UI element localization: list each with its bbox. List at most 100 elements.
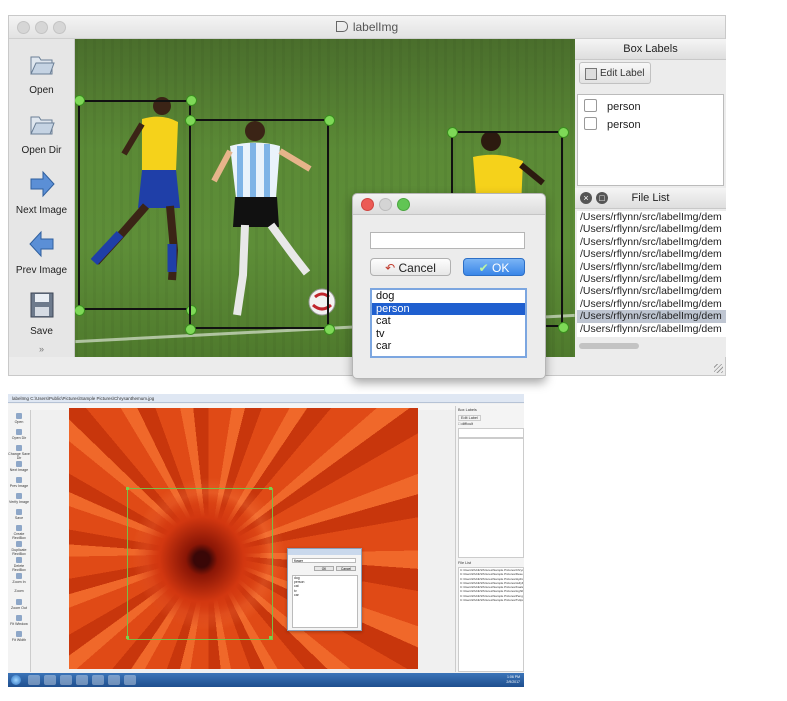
edit-label-button[interactable]: Edit Label bbox=[579, 62, 651, 84]
open-dir-button[interactable]: Open Dir bbox=[9, 109, 74, 156]
start-button[interactable] bbox=[11, 675, 21, 685]
box-handle[interactable] bbox=[324, 115, 335, 126]
folder-icon bbox=[16, 445, 22, 451]
box-handle[interactable] bbox=[185, 115, 196, 126]
zoom-level[interactable]: Zoom bbox=[8, 589, 30, 593]
next-image-button[interactable]: Next Image bbox=[9, 169, 74, 216]
fit-window-button[interactable]: Fit Window bbox=[8, 615, 30, 626]
save-button[interactable]: Save bbox=[8, 509, 30, 520]
prev-image-button[interactable]: Prev Image bbox=[9, 229, 74, 276]
fit-width-button[interactable]: Fit Width bbox=[8, 631, 30, 642]
resize-grip-icon[interactable] bbox=[714, 364, 723, 373]
minimize-dialog-button[interactable] bbox=[379, 198, 392, 211]
box-handle[interactable] bbox=[447, 127, 458, 138]
open-button[interactable]: Open bbox=[9, 49, 74, 96]
file-item[interactable]: C:\Users\Public\Pictures\Sample Pictures… bbox=[459, 572, 523, 576]
label-option[interactable]: car bbox=[293, 593, 357, 597]
create-rectbox-button[interactable]: Create RectBox bbox=[8, 525, 30, 540]
open-dir-button[interactable]: Open Dir bbox=[8, 429, 30, 440]
file-item[interactable]: /Users/rflynn/src/labelImg/dem bbox=[577, 248, 726, 260]
box-handle[interactable] bbox=[75, 305, 85, 316]
zoom-dialog-button[interactable] bbox=[397, 198, 410, 211]
edit-label-button[interactable]: Edit Label bbox=[458, 415, 481, 421]
taskbar-app-icon[interactable] bbox=[108, 675, 120, 685]
taskbar-app-icon[interactable] bbox=[76, 675, 88, 685]
file-item[interactable]: /Users/rflynn/src/labelImg/dem bbox=[577, 261, 726, 273]
save-button[interactable]: Save bbox=[9, 290, 74, 337]
file-item[interactable]: /Users/rflynn/src/labelImg/dem bbox=[577, 285, 726, 297]
taskbar-app-icon[interactable] bbox=[92, 675, 104, 685]
system-clock[interactable]: 1:06 PM 2/9/2017 bbox=[506, 675, 520, 684]
verify-image-button[interactable]: Verify Image bbox=[8, 493, 30, 504]
window-title: labelImg bbox=[352, 20, 399, 34]
zoom-in-button[interactable]: Zoom In bbox=[8, 573, 30, 584]
box-handle[interactable] bbox=[558, 127, 569, 138]
bounding-box[interactable] bbox=[189, 119, 329, 329]
label-checkbox[interactable] bbox=[584, 99, 597, 112]
label-option[interactable]: cat bbox=[372, 315, 525, 328]
delete-rectbox-button[interactable]: Delete RectBox bbox=[8, 557, 30, 572]
cancel-button[interactable]: ↶ Cancel bbox=[370, 258, 451, 276]
box-handle[interactable] bbox=[324, 324, 335, 335]
box-handle[interactable] bbox=[126, 487, 129, 490]
bounding-box[interactable] bbox=[78, 100, 191, 310]
label-input[interactable] bbox=[370, 232, 525, 249]
label-option[interactable]: tv bbox=[372, 328, 525, 341]
flower-image-canvas[interactable] bbox=[69, 408, 418, 669]
box-handle[interactable] bbox=[269, 487, 272, 490]
use-default-label-row[interactable]: Use default label bbox=[458, 428, 524, 443]
taskbar-app-icon[interactable] bbox=[124, 675, 136, 685]
label-item[interactable]: person bbox=[584, 117, 641, 131]
file-item[interactable]: /Users/rflynn/src/labelImg/dem bbox=[577, 273, 726, 285]
prev-image-button[interactable]: Prev Image bbox=[8, 477, 30, 488]
more-chevron-icon[interactable]: » bbox=[9, 344, 74, 354]
file-item[interactable]: /Users/rflynn/src/labelImg/dem bbox=[577, 236, 726, 248]
horizontal-scrollbar[interactable] bbox=[579, 343, 639, 349]
taskbar-app-icon[interactable] bbox=[60, 675, 72, 685]
file-item-selected[interactable]: /Users/rflynn/src/labelImg/dem bbox=[577, 310, 726, 323]
folder-icon bbox=[16, 413, 22, 419]
app-icon bbox=[335, 21, 348, 32]
undo-arrow-icon: ↶ bbox=[385, 261, 396, 275]
toolbar: Open Open Dir Next Image Prev Image Save… bbox=[9, 39, 75, 357]
label-option[interactable]: car bbox=[372, 340, 525, 353]
box-handle[interactable] bbox=[186, 95, 197, 106]
bounding-box[interactable] bbox=[127, 488, 273, 640]
ok-button[interactable]: OK bbox=[314, 566, 334, 571]
file-item[interactable]: C:\Users\Public\Pictures\Sample Pictures… bbox=[459, 598, 523, 602]
close-dialog-button[interactable] bbox=[361, 198, 374, 211]
next-image-button[interactable]: Next Image bbox=[8, 461, 30, 472]
box-handle[interactable] bbox=[185, 324, 196, 335]
file-item[interactable]: /Users/rflynn/src/labelImg/dem bbox=[577, 298, 726, 310]
box-handle[interactable] bbox=[269, 636, 272, 639]
label-option[interactable]: dog bbox=[372, 290, 525, 303]
zoom-out-icon bbox=[16, 599, 22, 605]
duplicate-rectbox-button[interactable]: Duplicate RectBox bbox=[8, 541, 30, 556]
zoom-out-button[interactable]: Zoom Out bbox=[8, 599, 30, 610]
floppy-disk-icon bbox=[30, 292, 53, 318]
ok-button[interactable]: ✔ OK bbox=[463, 258, 525, 276]
folder-open-icon bbox=[29, 56, 55, 75]
folder-open-icon bbox=[29, 116, 55, 135]
taskbar-app-icon[interactable] bbox=[44, 675, 56, 685]
file-item[interactable]: /Users/rflynn/src/labelImg/dem bbox=[577, 223, 726, 235]
arrow-left-icon bbox=[16, 477, 22, 483]
taskbar-app-icon[interactable] bbox=[28, 675, 40, 685]
box-handle[interactable] bbox=[126, 636, 129, 639]
float-dock-icon[interactable]: □ bbox=[596, 192, 608, 204]
open-button[interactable]: Open bbox=[8, 413, 30, 424]
change-save-dir-button[interactable]: Change Save Dir bbox=[8, 445, 30, 460]
label-item[interactable]: person bbox=[584, 99, 641, 113]
box-handle[interactable] bbox=[558, 322, 569, 333]
label-checkbox[interactable] bbox=[584, 117, 597, 130]
label-option-selected[interactable]: person bbox=[372, 302, 525, 315]
toolbar: Open Open Dir Change Save Dir Next Image… bbox=[8, 410, 31, 672]
file-item[interactable]: /Users/rflynn/src/labelImg/dem bbox=[577, 211, 726, 223]
close-dock-icon[interactable]: × bbox=[580, 192, 592, 204]
label-input[interactable]: flower bbox=[292, 558, 356, 563]
box-labels-title: Box Labels bbox=[458, 408, 477, 412]
copy-icon bbox=[16, 541, 22, 547]
cancel-button[interactable]: Cancel bbox=[336, 566, 356, 571]
difficult-checkbox[interactable]: □ difficult bbox=[458, 422, 473, 426]
file-item[interactable]: /Users/rflynn/src/labelImg/dem bbox=[577, 323, 726, 335]
